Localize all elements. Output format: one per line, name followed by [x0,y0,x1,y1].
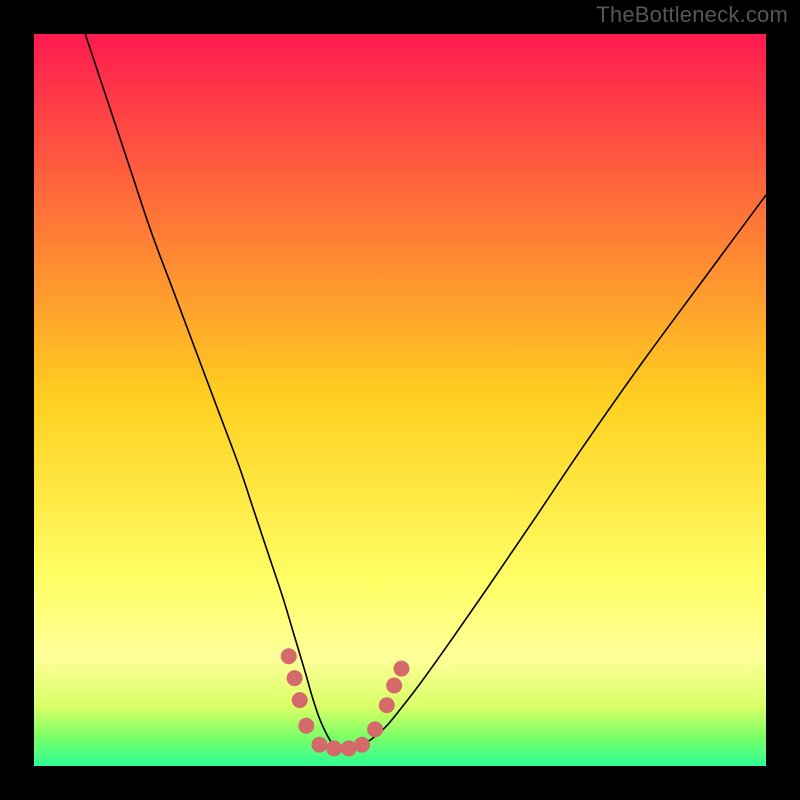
chart-plot [34,34,766,766]
chart-frame: TheBottleneck.com [0,0,800,800]
watermark-text: TheBottleneck.com [596,2,788,28]
marker-optimal-zone [311,737,327,753]
marker-optimal-zone [354,737,370,753]
marker-optimal-zone [393,661,409,677]
marker-optimal-zone [379,697,395,713]
marker-optimal-zone [386,677,402,693]
marker-optimal-zone [281,648,297,664]
chart-svg [34,34,766,766]
marker-optimal-zone [326,740,342,756]
marker-optimal-zone [298,718,314,734]
marker-optimal-zone [292,692,308,708]
marker-optimal-zone [287,670,303,686]
marker-optimal-zone [367,721,383,737]
